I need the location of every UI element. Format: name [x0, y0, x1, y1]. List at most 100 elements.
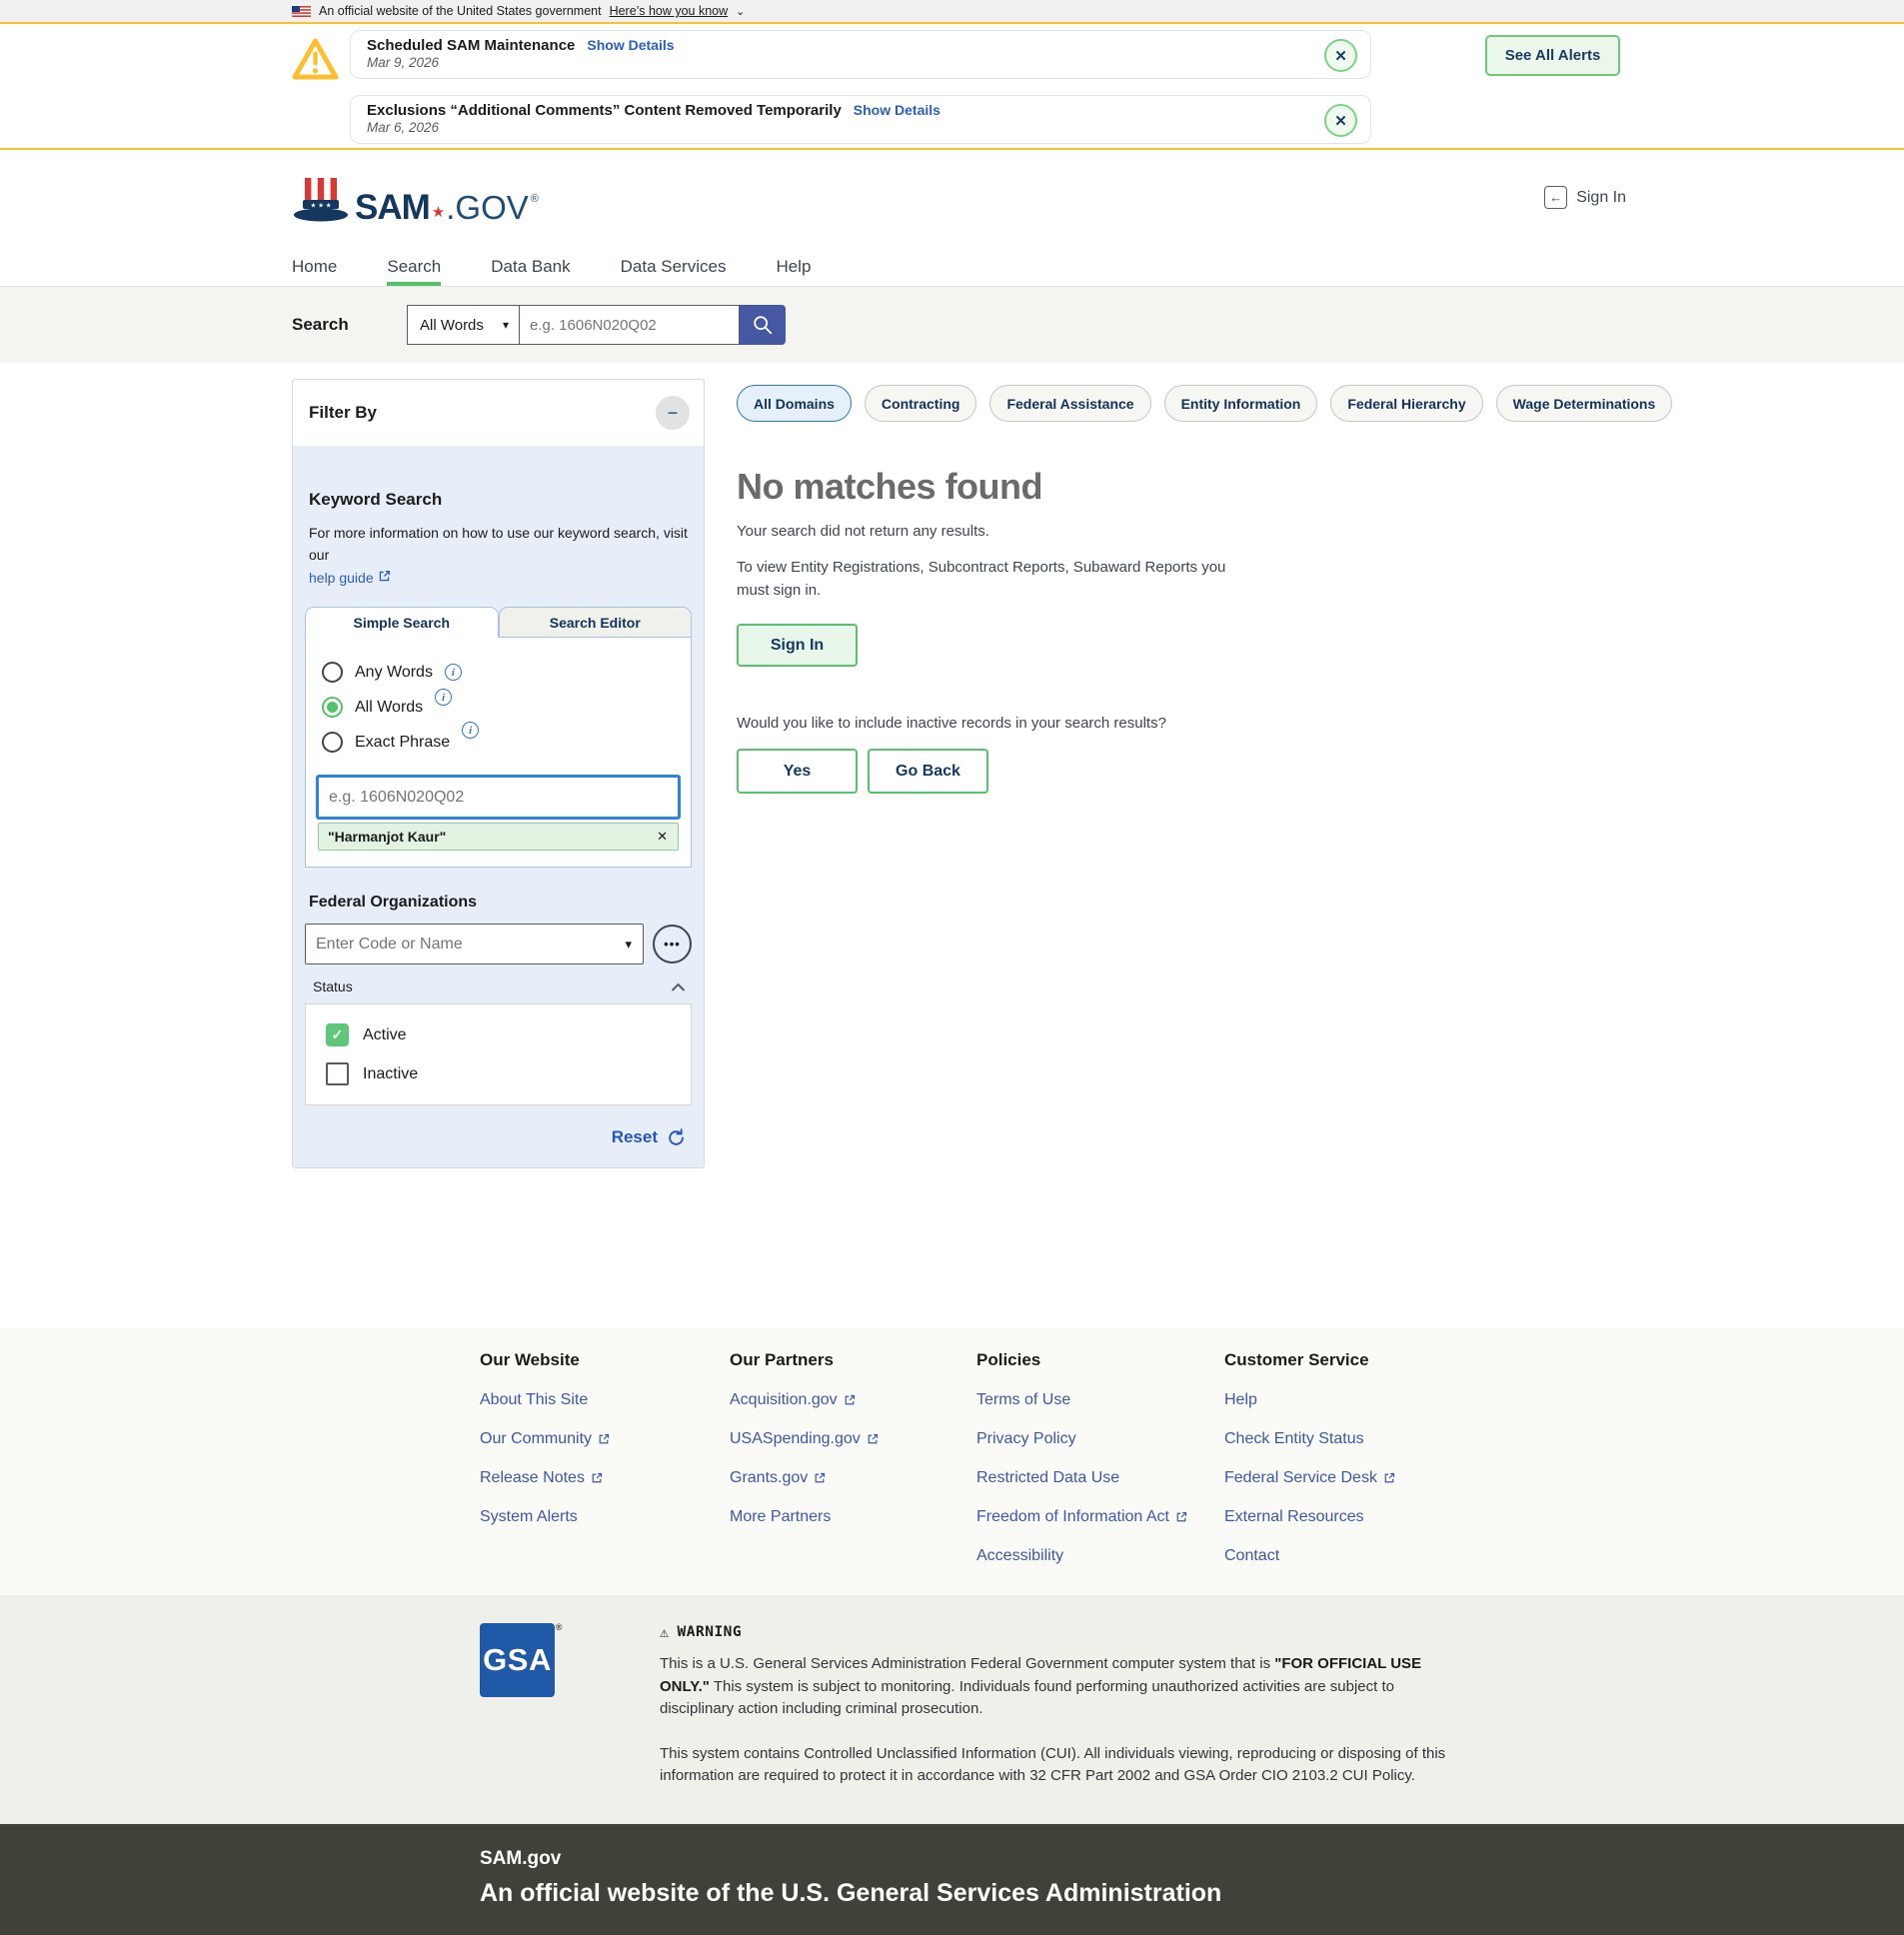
checkbox-active[interactable]: ✓ [326, 1023, 349, 1046]
domain-tab-all-domains[interactable]: All Domains [737, 385, 852, 422]
checkbox-inactive[interactable] [326, 1062, 349, 1085]
domain-tab-federal-assistance[interactable]: Federal Assistance [989, 385, 1150, 422]
status-section-toggle[interactable]: Status [313, 978, 686, 994]
tab-search-editor[interactable]: Search Editor [499, 607, 693, 638]
external-link-icon [867, 1433, 879, 1445]
info-icon[interactable]: i [445, 664, 462, 681]
nav-item-data-bank[interactable]: Data Bank [491, 250, 570, 286]
sign-in-button[interactable]: Sign In [737, 624, 858, 667]
footer-link[interactable]: Our Community [480, 1430, 730, 1448]
footer-link[interactable]: Acquisition.gov [730, 1391, 976, 1409]
sign-in-note: To view Entity Registrations, Subcontrac… [737, 557, 1236, 602]
external-link-icon [814, 1472, 826, 1484]
go-back-button[interactable]: Go Back [868, 749, 988, 794]
reset-label: Reset [612, 1127, 658, 1147]
how-you-know-link[interactable]: Here’s how you know [610, 4, 729, 18]
footer-col-customer-service: Customer Service Help Check Entity Statu… [1224, 1350, 1504, 1565]
footer-link[interactable]: Terms of Use [976, 1391, 1224, 1409]
filter-panel: Filter By − Keyword Search For more info… [292, 379, 705, 1168]
sign-in-arrow-icon: ← [1544, 186, 1567, 209]
footer-link[interactable]: Restricted Data Use [976, 1469, 1224, 1487]
footer-link[interactable]: Accessibility [976, 1547, 1224, 1565]
footer-link[interactable]: Help [1224, 1391, 1504, 1409]
nav-item-search[interactable]: Search [387, 250, 441, 286]
warning-paragraph-2: This system contains Controlled Unclassi… [660, 1743, 1459, 1788]
footer-col-heading: Customer Service [1224, 1350, 1504, 1370]
footer-link[interactable]: External Resources [1224, 1508, 1504, 1526]
yes-button[interactable]: Yes [737, 749, 858, 794]
info-icon[interactable]: i [435, 689, 452, 706]
keyword-input[interactable] [316, 775, 681, 820]
domain-tab-wage-determinations[interactable]: Wage Determinations [1496, 385, 1673, 422]
footer-link[interactable]: Privacy Policy [976, 1430, 1224, 1448]
collapse-filter-button[interactable]: − [656, 396, 690, 430]
registered-mark: ® [556, 1622, 563, 1632]
footer-col-heading: Our Partners [730, 1350, 976, 1370]
nav-item-data-services[interactable]: Data Services [621, 250, 727, 286]
footer-link[interactable]: System Alerts [480, 1508, 730, 1526]
footer-link[interactable]: About This Site [480, 1391, 730, 1409]
footer-link[interactable]: Freedom of Information Act [976, 1508, 1224, 1526]
close-icon[interactable]: ✕ [1324, 39, 1357, 72]
domain-tab-contracting[interactable]: Contracting [865, 385, 977, 422]
radio-exact-phrase[interactable] [322, 732, 343, 753]
filter-by-title: Filter By [309, 403, 377, 423]
bottom-identity-bar: SAM.gov An official website of the U.S. … [0, 1824, 1904, 1935]
remove-tag-icon[interactable]: ✕ [657, 829, 668, 845]
footer-link[interactable]: Grants.gov [730, 1469, 976, 1487]
alert-title: Exclusions “Additional Comments” Content… [367, 102, 842, 119]
more-options-button[interactable]: ••• [653, 925, 692, 964]
external-link-icon [598, 1433, 610, 1445]
footer-link[interactable]: Release Notes [480, 1469, 730, 1487]
domain-tab-federal-hierarchy[interactable]: Federal Hierarchy [1330, 385, 1482, 422]
chevron-down-icon: ⌄ [736, 5, 745, 18]
footer-links: Our Website About This Site Our Communit… [0, 1328, 1904, 1595]
domain-tab-entity-information[interactable]: Entity Information [1164, 385, 1318, 422]
bottom-tagline: An official website of the U.S. General … [480, 1879, 1904, 1908]
radio-any-words[interactable] [322, 662, 343, 683]
nav-item-help[interactable]: Help [776, 250, 811, 286]
see-all-alerts-button[interactable]: See All Alerts [1485, 35, 1620, 76]
sam-gov-logo[interactable]: ★ ★ ★ SAM ★ .GOV ® [292, 176, 539, 223]
radio-all-words[interactable] [322, 697, 343, 718]
footer-link[interactable]: Check Entity Status [1224, 1430, 1504, 1448]
bottom-site-name: SAM.gov [480, 1848, 1904, 1870]
checkbox-inactive-row[interactable]: Inactive [326, 1062, 675, 1085]
warning-triangle-icon: ⚠ [660, 1623, 670, 1641]
reset-filters[interactable]: Reset [305, 1127, 686, 1147]
alert-maintenance: Scheduled SAM Maintenance Show Details M… [350, 30, 1371, 79]
radio-all-words-label: All Words [355, 699, 423, 717]
search-input[interactable] [520, 305, 740, 345]
external-link-icon [844, 1394, 856, 1406]
us-flag-icon [292, 6, 311, 17]
logo-star-icon: ★ [432, 203, 445, 221]
nav-item-home[interactable]: Home [292, 250, 337, 286]
gsa-logo: GSA ® [480, 1623, 555, 1697]
show-details-link[interactable]: Show Details [587, 37, 674, 53]
tab-simple-search[interactable]: Simple Search [305, 607, 499, 638]
search-mode-dropdown[interactable]: All Words ▾ [407, 305, 520, 345]
checkbox-active-row[interactable]: ✓ Active [326, 1023, 675, 1046]
federal-org-input[interactable] [305, 924, 644, 965]
logo-sam-text: SAM [355, 192, 430, 224]
alert-date: Mar 9, 2026 [367, 55, 1310, 70]
sign-in-link[interactable]: ← Sign In [1544, 186, 1626, 209]
external-link-icon [1383, 1472, 1395, 1484]
external-link-icon [1175, 1511, 1187, 1523]
footer-col-heading: Policies [976, 1350, 1224, 1370]
main-nav: Home Search Data Bank Data Services Help [0, 250, 1904, 287]
search-band: Search All Words ▾ [0, 287, 1904, 363]
info-icon[interactable]: i [462, 722, 479, 739]
footer-link[interactable]: USASpending.gov [730, 1430, 976, 1448]
banner-text: An official website of the United States… [319, 4, 602, 18]
reset-icon [667, 1128, 686, 1147]
footer-link[interactable]: Contact [1224, 1547, 1504, 1565]
show-details-link[interactable]: Show Details [854, 102, 941, 118]
footer-link[interactable]: More Partners [730, 1508, 976, 1526]
close-icon[interactable]: ✕ [1324, 104, 1357, 137]
help-guide-link[interactable]: help guide [309, 570, 374, 586]
footer-link[interactable]: Federal Service Desk [1224, 1469, 1504, 1487]
federal-organizations-heading: Federal Organizations [309, 894, 688, 912]
footer-col-heading: Our Website [480, 1350, 730, 1370]
search-button[interactable] [740, 305, 786, 345]
